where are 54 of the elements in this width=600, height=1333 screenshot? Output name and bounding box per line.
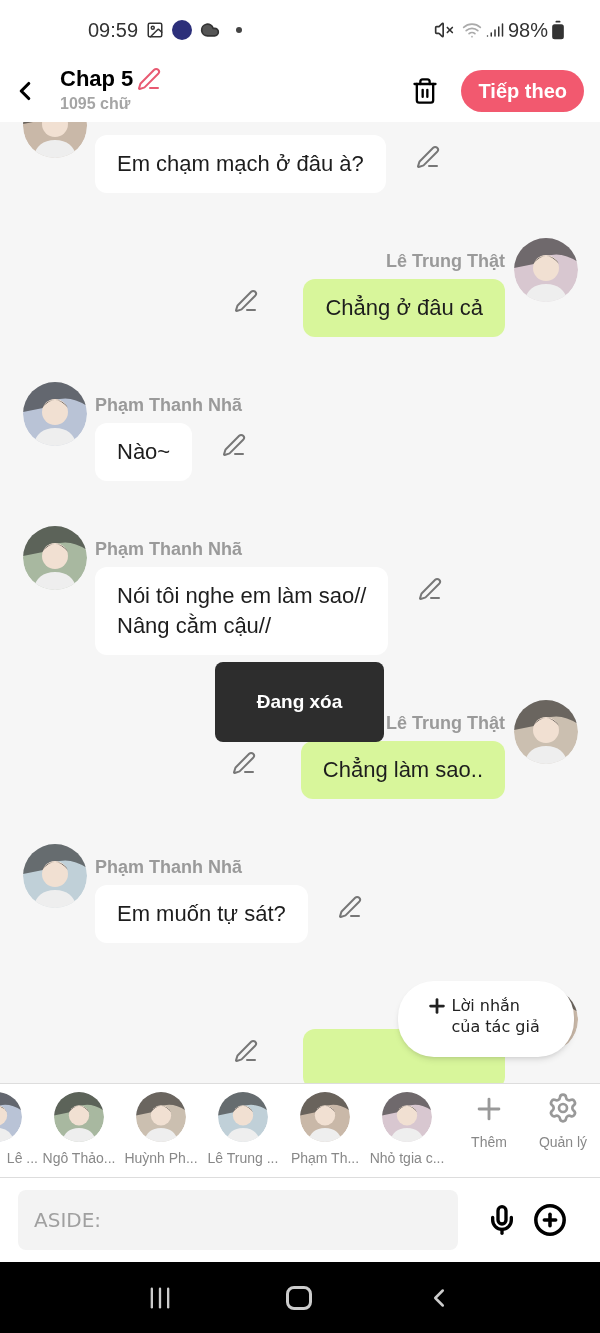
message-bubble: Em muốn tự sát? bbox=[95, 885, 308, 943]
avatar bbox=[514, 700, 578, 764]
app-icon bbox=[172, 20, 193, 40]
character-item[interactable]: Lê Trung ... bbox=[202, 1092, 284, 1169]
character-item[interactable]: Lê ... bbox=[0, 1092, 38, 1169]
wifi-icon bbox=[461, 20, 482, 40]
message-bubble: Chẳng ở đâu cả bbox=[303, 279, 505, 337]
edit-icon[interactable] bbox=[231, 751, 256, 775]
avatar bbox=[218, 1092, 268, 1142]
sender-name: Lê Trung Thật bbox=[386, 712, 505, 735]
avatar bbox=[136, 1092, 186, 1142]
edit-icon[interactable] bbox=[337, 895, 362, 919]
avatar bbox=[382, 1092, 432, 1142]
signal-icon bbox=[485, 21, 504, 39]
character-item[interactable]: Nhỏ tgia c... bbox=[366, 1092, 448, 1169]
mute-icon bbox=[433, 20, 454, 40]
message-bubble: Nói tôi nghe em làm sao// Nâng cằm cậu// bbox=[95, 567, 389, 655]
edit-icon[interactable] bbox=[415, 145, 440, 169]
battery-level: 98% bbox=[507, 18, 548, 43]
edit-title-icon[interactable] bbox=[137, 67, 162, 91]
author-note-button[interactable]: Lời nhắn của tác giả bbox=[398, 981, 574, 1057]
avatar bbox=[514, 238, 578, 302]
status-time: 09:59 bbox=[88, 18, 139, 43]
sender-name: Phạm Thanh Nhã bbox=[95, 538, 242, 561]
message-bubble: Nào~ bbox=[95, 423, 193, 481]
image-icon bbox=[146, 21, 165, 39]
character-item[interactable]: Phạm Th... bbox=[284, 1092, 366, 1169]
toast: Đang xóa bbox=[215, 662, 384, 742]
sender-name: Phạm Thanh Nhã bbox=[95, 856, 242, 879]
chapter-title: Chap 5 bbox=[60, 66, 134, 92]
edit-icon[interactable] bbox=[222, 433, 247, 457]
edit-icon[interactable] bbox=[234, 289, 259, 313]
cloud-icon bbox=[200, 20, 221, 40]
input-field[interactable]: ASIDE: bbox=[18, 1190, 458, 1250]
message-bubble: Chẳng làm sao.. bbox=[300, 741, 505, 799]
home-icon[interactable] bbox=[286, 1285, 312, 1310]
avatar bbox=[23, 526, 87, 590]
avatar bbox=[300, 1092, 350, 1142]
next-button[interactable]: Tiếp theo bbox=[461, 70, 584, 112]
avatar bbox=[54, 1092, 104, 1142]
avatar bbox=[23, 844, 87, 908]
edit-icon[interactable] bbox=[234, 1039, 258, 1063]
edit-icon[interactable] bbox=[418, 577, 443, 601]
character-item[interactable]: Ngô Thảo... bbox=[38, 1092, 120, 1169]
avatar bbox=[23, 382, 87, 446]
sender-name: Lê Trung Thật bbox=[386, 250, 505, 273]
word-count: 1095 chữ bbox=[60, 94, 132, 114]
gear-icon bbox=[547, 1092, 579, 1124]
sender-name: Phạm Thanh Nhã bbox=[95, 394, 242, 417]
add-icon[interactable] bbox=[533, 1203, 567, 1237]
add-character-button[interactable]: Thêm bbox=[454, 1092, 524, 1153]
message-bubble: Em chạm mạch ở đâu à? bbox=[95, 135, 386, 193]
character-item[interactable]: Huỳnh Ph... bbox=[120, 1092, 202, 1169]
manage-button[interactable]: Quản lý bbox=[528, 1092, 598, 1153]
